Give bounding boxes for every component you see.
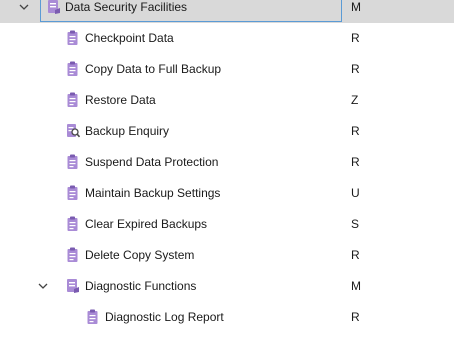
tree-node-diagnostic-functions[interactable]: Diagnostic Functions M	[0, 271, 454, 302]
tree-item-delete-copy-system[interactable]: Delete Copy System R	[0, 240, 454, 271]
access-code: M	[351, 0, 361, 14]
folder-document-icon	[47, 0, 61, 15]
tree-item-diagnostic-log-report[interactable]: Diagnostic Log Report R	[0, 302, 454, 333]
tree-item-label: Clear Expired Backups	[85, 217, 208, 231]
access-code: Z	[351, 93, 359, 107]
clipboard-icon	[66, 185, 80, 201]
access-code: M	[351, 279, 361, 293]
access-code: R	[351, 62, 360, 76]
clipboard-icon	[86, 309, 100, 325]
clipboard-icon	[66, 92, 80, 108]
access-code: R	[351, 248, 360, 262]
tree-item-label: Diagnostic Log Report	[105, 310, 224, 324]
chevron-down-icon[interactable]	[18, 1, 30, 13]
folder-document-icon	[66, 278, 80, 294]
tree-item-checkpoint-data[interactable]: Checkpoint Data R	[0, 23, 454, 54]
tree-item-label: Delete Copy System	[85, 248, 195, 262]
access-code: R	[351, 124, 360, 138]
tree-item-suspend-data-protection[interactable]: Suspend Data Protection R	[0, 147, 454, 178]
access-code: R	[351, 155, 360, 169]
clipboard-icon	[66, 247, 80, 263]
tree-item-copy-data-to-full-backup[interactable]: Copy Data to Full Backup R	[0, 54, 454, 85]
clipboard-icon	[66, 30, 80, 46]
tree-item-backup-enquiry[interactable]: Backup Enquiry R	[0, 116, 454, 147]
tree-item-label: Checkpoint Data	[85, 31, 174, 45]
tree-item-label: Copy Data to Full Backup	[85, 62, 222, 76]
enquiry-document-icon	[66, 123, 80, 139]
access-code: U	[351, 186, 360, 200]
tree-item-clear-expired-backups[interactable]: Clear Expired Backups S	[0, 209, 454, 240]
access-code: R	[351, 310, 360, 324]
access-code: R	[351, 31, 360, 45]
tree-item-restore-data[interactable]: Restore Data Z	[0, 85, 454, 116]
chevron-down-icon[interactable]	[37, 280, 49, 292]
tree-node-label: Data Security Facilities	[65, 0, 188, 14]
tree-item-maintain-backup-settings[interactable]: Maintain Backup Settings U	[0, 178, 454, 209]
clipboard-icon	[66, 154, 80, 170]
access-code: S	[351, 217, 360, 231]
tree-node-data-security-facilities[interactable]: Data Security Facilities M	[0, 0, 454, 23]
tree-node-label: Diagnostic Functions	[85, 279, 197, 293]
tree-item-label: Restore Data	[85, 93, 156, 107]
clipboard-icon	[66, 216, 80, 232]
tree-item-label: Suspend Data Protection	[85, 155, 219, 169]
tree-item-label: Maintain Backup Settings	[85, 186, 221, 200]
tree-item-label: Backup Enquiry	[85, 124, 170, 138]
clipboard-icon	[66, 61, 80, 77]
menu-tree: Data Security Facilities M Checkpoint Da…	[0, 0, 454, 333]
